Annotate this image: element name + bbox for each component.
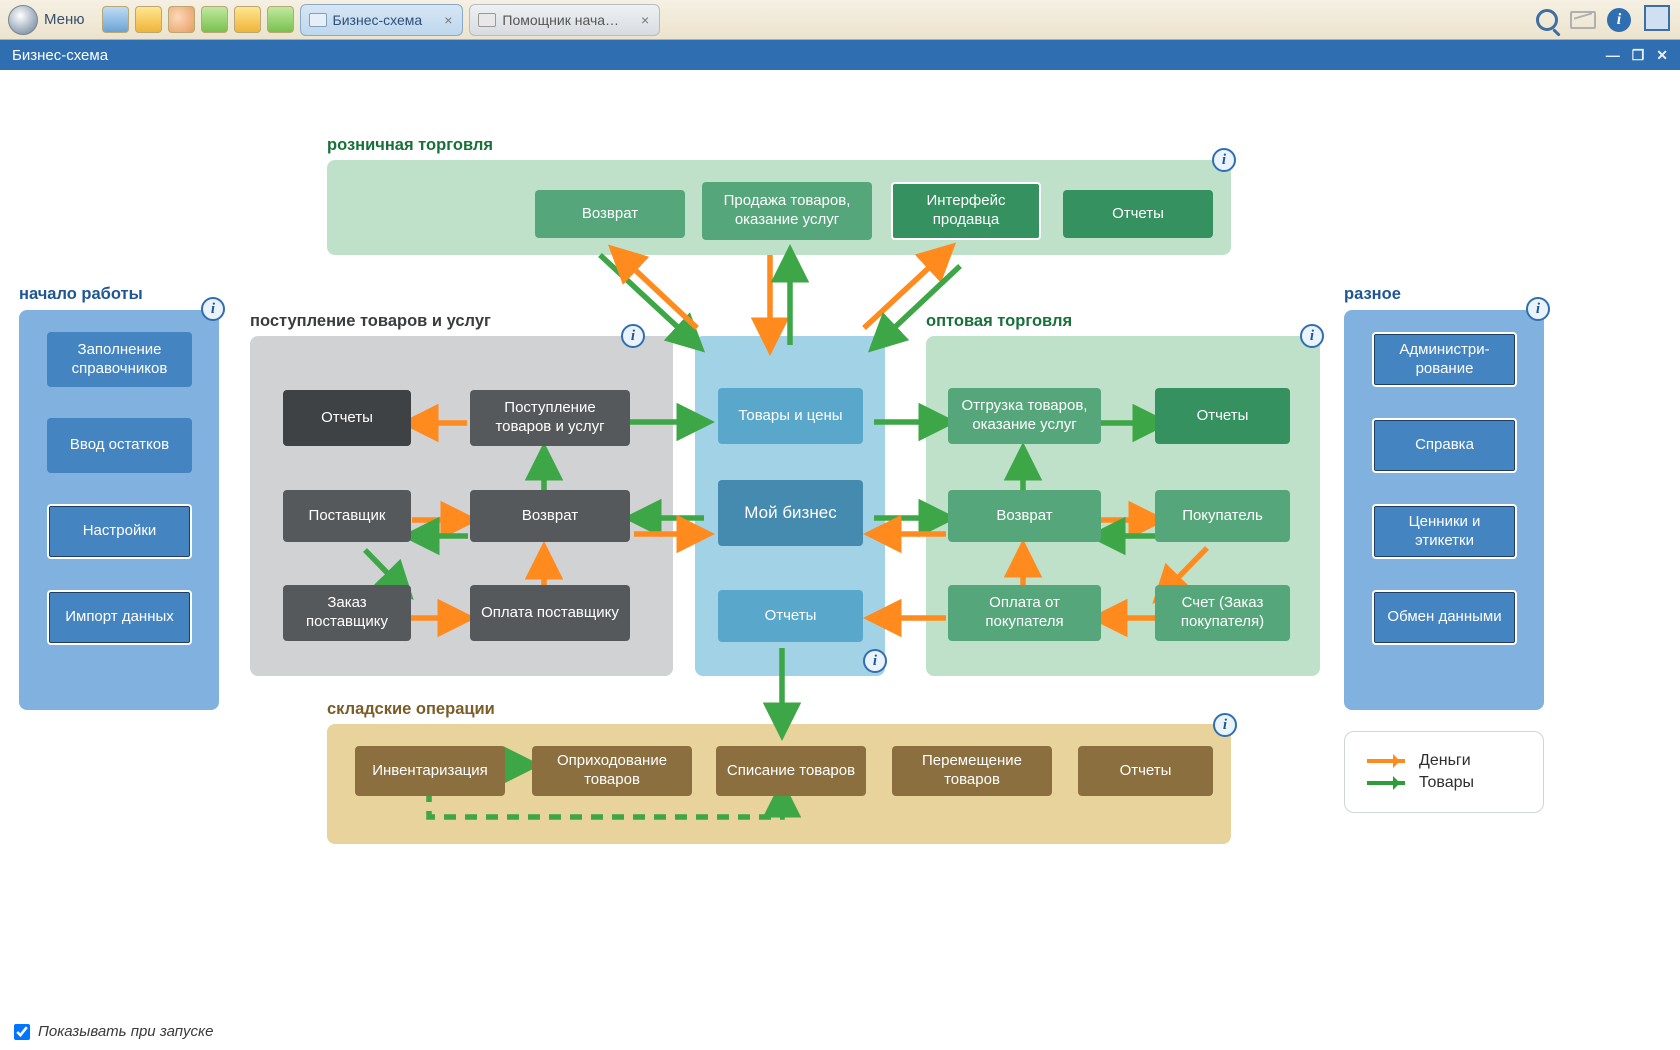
warehouse-writeoff[interactable]: Списание товаров [716, 746, 866, 796]
warehouse-reports[interactable]: Отчеты [1078, 746, 1213, 796]
wholesale-return[interactable]: Возврат [948, 490, 1101, 542]
supply-receive[interactable]: Поступление товаров и услуг [470, 390, 630, 446]
minimize-icon[interactable]: — [1606, 47, 1620, 64]
window-title: Бизнес-схема [12, 47, 108, 64]
retail-seller-ui[interactable]: Интерфейс продавца [891, 182, 1041, 240]
toolbar-icon-2[interactable] [135, 6, 162, 33]
start-import[interactable]: Импорт данных [47, 590, 192, 645]
wholesale-customer[interactable]: Покупатель [1155, 490, 1290, 542]
wholesale-invoice[interactable]: Счет (Заказ покупателя) [1155, 585, 1290, 641]
tab-icon [478, 13, 496, 27]
center-goods-prices[interactable]: Товары и цены [718, 388, 863, 444]
top-toolbar: Меню Бизнес-схема × Помощник нача… × i [0, 0, 1680, 40]
supply-supplier[interactable]: Поставщик [283, 490, 411, 542]
info-icon[interactable]: i [201, 297, 225, 321]
misc-help[interactable]: Справка [1372, 418, 1517, 473]
toolbar-icon-3[interactable] [168, 6, 195, 33]
tab-close-icon[interactable]: × [444, 12, 452, 28]
warehouse-posting[interactable]: Оприходование товаров [532, 746, 692, 796]
footer: Показывать при запуске [14, 1023, 213, 1040]
retail-reports[interactable]: Отчеты [1063, 190, 1213, 238]
start-title: начало работы [19, 285, 143, 304]
close-icon[interactable]: ✕ [1656, 47, 1668, 64]
mail-icon[interactable] [1570, 7, 1596, 33]
legend-box: Деньги Товары [1344, 731, 1544, 813]
center-my-business[interactable]: Мой бизнес [718, 480, 863, 546]
warehouse-inventory[interactable]: Инвентаризация [355, 746, 505, 796]
start-enter-balances[interactable]: Ввод остатков [47, 418, 192, 473]
misc-labels[interactable]: Ценники и этикетки [1372, 504, 1517, 559]
tab-business-scheme[interactable]: Бизнес-схема × [300, 4, 464, 36]
start-fill-dirs[interactable]: Заполнение справочников [47, 332, 192, 387]
windows-icon[interactable] [1642, 7, 1668, 33]
info-icon[interactable]: i [1606, 7, 1632, 33]
supply-order[interactable]: Заказ поставщику [283, 585, 411, 641]
start-settings[interactable]: Настройки [47, 504, 192, 559]
center-reports[interactable]: Отчеты [718, 590, 863, 642]
legend-goods-label: Товары [1419, 774, 1474, 792]
info-icon[interactable]: i [863, 649, 887, 673]
tab-label: Помощник нача… [502, 12, 619, 28]
tab-close-icon[interactable]: × [641, 12, 649, 28]
retail-title: розничная торговля [327, 136, 493, 155]
info-icon[interactable]: i [1213, 713, 1237, 737]
wholesale-ship[interactable]: Отгрузка товаров, оказание услуг [948, 388, 1101, 444]
warehouse-move[interactable]: Перемещение товаров [892, 746, 1052, 796]
legend-goods-arrow-icon [1367, 781, 1405, 785]
legend-money-label: Деньги [1419, 752, 1471, 770]
tab-label: Бизнес-схема [333, 12, 423, 28]
tab-icon [309, 13, 327, 27]
supply-payment[interactable]: Оплата поставщику [470, 585, 630, 641]
misc-exchange[interactable]: Обмен данными [1372, 590, 1517, 645]
toolbar-icon-1[interactable] [102, 6, 129, 33]
tab-assistant[interactable]: Помощник нача… × [469, 4, 660, 36]
app-logo-icon[interactable] [8, 5, 38, 35]
retail-return[interactable]: Возврат [535, 190, 685, 238]
toolbar-icon-4[interactable] [201, 6, 228, 33]
info-icon[interactable]: i [621, 324, 645, 348]
supply-return[interactable]: Возврат [470, 490, 630, 542]
info-icon[interactable]: i [1300, 324, 1324, 348]
info-icon[interactable]: i [1526, 297, 1550, 321]
supply-title: поступление товаров и услуг [250, 312, 491, 331]
toolbar-icon-5[interactable] [234, 6, 261, 33]
menu-button[interactable]: Меню [44, 11, 85, 28]
wholesale-reports[interactable]: Отчеты [1155, 388, 1290, 444]
misc-title: разное [1344, 285, 1401, 304]
warehouse-title: складские операции [327, 700, 495, 719]
wholesale-pay[interactable]: Оплата от покупателя [948, 585, 1101, 641]
search-icon[interactable] [1534, 7, 1560, 33]
wholesale-title: оптовая торговля [926, 312, 1072, 331]
toolbar-icon-6[interactable] [267, 6, 294, 33]
maximize-icon[interactable]: ❐ [1632, 47, 1645, 64]
retail-sale[interactable]: Продажа товаров, оказание услуг [702, 182, 872, 240]
info-icon[interactable]: i [1212, 148, 1236, 172]
misc-admin[interactable]: Администри­рование [1372, 332, 1517, 387]
supply-reports[interactable]: Отчеты [283, 390, 411, 446]
legend-money-arrow-icon [1367, 759, 1405, 763]
show-on-start-label: Показывать при запуске [38, 1023, 213, 1040]
window-titlebar: Бизнес-схема — ❐ ✕ [0, 40, 1680, 70]
show-on-start-checkbox[interactable] [14, 1024, 30, 1040]
